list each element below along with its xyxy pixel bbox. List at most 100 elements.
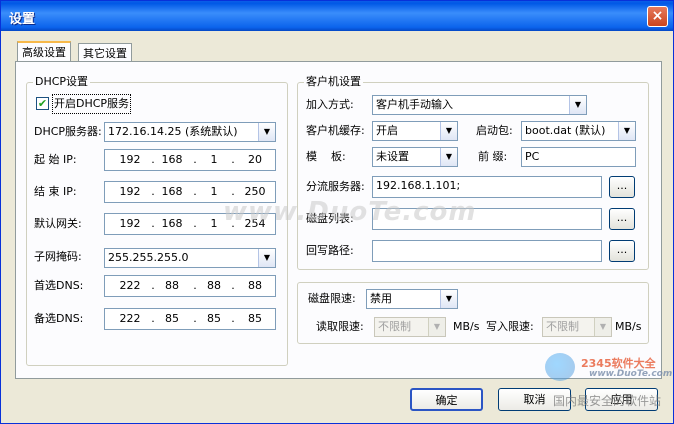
writeback-path-input[interactable]: [372, 240, 602, 262]
ip-octet: 222: [119, 312, 141, 325]
template-value: 未设置: [376, 150, 409, 163]
client-cache-label: 客户机缓存:: [306, 124, 365, 137]
ip-dot: .: [151, 217, 155, 230]
ip-octet: 192: [119, 217, 141, 230]
ip-dot: .: [151, 279, 155, 292]
ip-dot: .: [151, 312, 155, 325]
ip-octet: 168: [161, 217, 183, 230]
client-cache-select[interactable]: 开启 ▼: [372, 121, 458, 141]
chevron-down-icon[interactable]: ▼: [440, 290, 457, 308]
ip-octet: 222: [119, 279, 141, 292]
writeback-path-label: 回写路径:: [306, 244, 354, 257]
chevron-down-icon[interactable]: ▼: [618, 122, 635, 140]
split-server-label: 分流服务器:: [306, 180, 365, 193]
ip-octet: 192: [119, 153, 141, 166]
enable-dhcp-checkbox[interactable]: ✔: [36, 97, 49, 110]
boot-package-select[interactable]: boot.dat (默认) ▼: [521, 121, 636, 141]
join-mode-select[interactable]: 客户机手动输入 ▼: [372, 95, 587, 115]
chevron-down-icon[interactable]: ▼: [594, 318, 611, 336]
check-icon: ✔: [37, 97, 48, 110]
boot-package-value: boot.dat (默认): [525, 124, 606, 137]
prefix-value: PC: [525, 150, 540, 163]
secondary-dns-input[interactable]: 222 . 85 . 85 . 85: [104, 308, 276, 330]
ip-octet: 168: [161, 185, 183, 198]
writeback-path-browse-button[interactable]: ...: [609, 240, 635, 262]
template-label: 模 板:: [306, 150, 346, 163]
close-button[interactable]: ×: [647, 6, 668, 27]
dhcp-group-title: DHCP设置: [33, 75, 91, 89]
tab-advanced-settings[interactable]: 高级设置: [17, 41, 71, 62]
ip-dot: .: [231, 312, 235, 325]
split-server-input[interactable]: 192.168.1.101;: [372, 176, 602, 198]
cancel-button-label: 取消: [523, 393, 546, 406]
ip-octet: 85: [207, 312, 221, 325]
subnet-mask-value: 255.255.255.0: [108, 251, 189, 264]
ellipsis-icon: ...: [616, 243, 628, 256]
write-limit-value: 不限制: [546, 320, 579, 333]
ellipsis-icon: ...: [616, 211, 628, 224]
ip-octet: 85: [248, 312, 262, 325]
watermark-logo-url: www.DuoTe.com: [589, 369, 673, 379]
chevron-down-icon[interactable]: ▼: [440, 148, 457, 166]
start-ip-label: 起 始 IP:: [34, 153, 77, 166]
disk-list-browse-button[interactable]: ...: [609, 208, 635, 230]
subnet-mask-select[interactable]: 255.255.255.0 ▼: [104, 248, 276, 268]
chevron-down-icon[interactable]: ▼: [569, 96, 586, 114]
template-select[interactable]: 未设置 ▼: [372, 147, 458, 167]
watermark-site-text: 国内最安全的软件站: [553, 394, 662, 408]
title-bar[interactable]: 设置 ×: [1, 1, 673, 31]
chevron-down-icon[interactable]: ▼: [428, 318, 445, 336]
prefix-label: 前 缀:: [478, 150, 508, 163]
gateway-label: 默认网关:: [34, 217, 82, 230]
read-limit-value: 不限制: [378, 320, 411, 333]
ip-octet: 88: [207, 279, 221, 292]
ip-dot: .: [193, 312, 197, 325]
write-limit-label: 写入限速:: [486, 320, 534, 333]
split-server-value: 192.168.1.101;: [376, 179, 461, 192]
read-limit-select[interactable]: 不限制 ▼: [374, 317, 446, 337]
ip-octet: 88: [248, 279, 262, 292]
client-cache-value: 开启: [376, 124, 398, 137]
primary-dns-label: 首选DNS:: [34, 279, 84, 292]
read-limit-unit: MB/s: [453, 320, 480, 333]
tab-other-settings[interactable]: 其它设置: [78, 43, 132, 62]
enable-dhcp-label: 开启DHCP服务: [52, 94, 132, 114]
secondary-dns-label: 备选DNS:: [34, 312, 84, 325]
ip-dot: .: [231, 279, 235, 292]
prefix-input[interactable]: PC: [521, 147, 636, 167]
dhcp-server-value: 172.16.14.25 (系统默认): [108, 125, 238, 138]
boot-package-label: 启动包:: [476, 124, 513, 137]
ip-dot: .: [193, 279, 197, 292]
ellipsis-icon: ...: [616, 179, 628, 192]
start-ip-input[interactable]: 192 . 168 . 1 . 20: [104, 149, 276, 171]
disk-limit-value: 禁用: [370, 292, 392, 305]
window-title: 设置: [9, 12, 36, 27]
split-server-browse-button[interactable]: ...: [609, 176, 635, 198]
chevron-down-icon[interactable]: ▼: [258, 249, 275, 267]
ip-dot: .: [151, 153, 155, 166]
chevron-down-icon[interactable]: ▼: [258, 123, 275, 141]
disk-limit-select[interactable]: 禁用 ▼: [366, 289, 458, 309]
dhcp-server-select[interactable]: 172.16.14.25 (系统默认) ▼: [104, 122, 276, 142]
ip-dot: .: [193, 185, 197, 198]
ip-octet: 85: [165, 312, 179, 325]
ip-dot: .: [151, 185, 155, 198]
watermark-logo: 2345软件大全 www.DuoTe.com: [541, 353, 673, 383]
end-ip-label: 结 束 IP:: [34, 185, 77, 198]
close-icon: ×: [651, 8, 664, 24]
subnet-mask-label: 子网掩码:: [34, 250, 82, 263]
ip-octet: 1: [210, 153, 218, 166]
watermark-text: www.DuoTe.com: [223, 197, 477, 227]
read-limit-label: 读取限速:: [316, 320, 364, 333]
ok-button[interactable]: 确定: [410, 388, 483, 411]
write-limit-select[interactable]: 不限制 ▼: [542, 317, 612, 337]
watermark-logo-icon: [545, 353, 575, 381]
primary-dns-input[interactable]: 222 . 88 . 88 . 88: [104, 275, 276, 297]
ip-octet: 20: [248, 153, 262, 166]
write-limit-unit: MB/s: [615, 320, 642, 333]
chevron-down-icon[interactable]: ▼: [440, 122, 457, 140]
client-group-title: 客户机设置: [304, 75, 363, 89]
ip-octet: 192: [119, 185, 141, 198]
ip-dot: .: [231, 153, 235, 166]
tab-label: 其它设置: [83, 47, 127, 60]
